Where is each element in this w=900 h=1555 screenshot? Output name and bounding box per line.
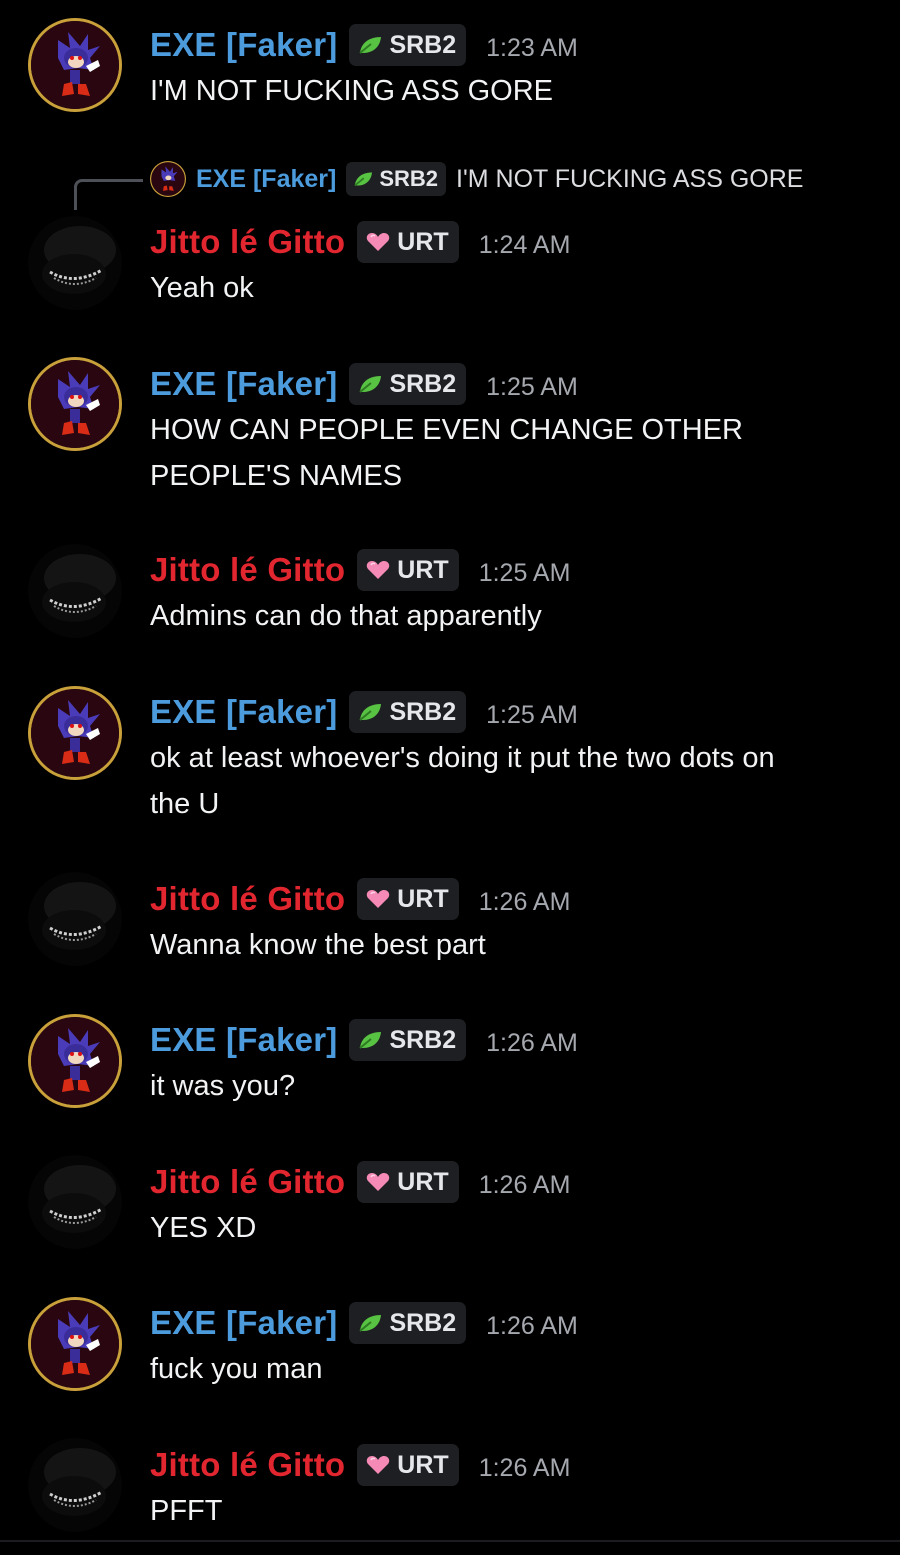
message-text: fuck you man bbox=[150, 1353, 323, 1385]
tag-label: URT bbox=[397, 884, 449, 913]
divider bbox=[0, 1540, 900, 1542]
tag-label: SRB2 bbox=[389, 1308, 457, 1337]
username[interactable]: EXE [Faker] bbox=[150, 693, 337, 731]
message-text: Wanna know the best part bbox=[150, 929, 486, 961]
timestamp: 1:26 AM bbox=[478, 887, 571, 916]
timestamp: 1:26 AM bbox=[478, 1170, 571, 1199]
reply-connector bbox=[74, 179, 143, 210]
timestamp: 1:26 AM bbox=[486, 1311, 578, 1340]
leaf-icon bbox=[359, 704, 382, 721]
avatar[interactable] bbox=[28, 357, 122, 451]
server-tag[interactable]: SRB2 bbox=[349, 24, 467, 66]
timestamp: 1:25 AM bbox=[486, 700, 578, 729]
tag-label: URT bbox=[397, 1450, 449, 1479]
server-tag[interactable]: SRB2 bbox=[349, 1302, 467, 1344]
heart-icon bbox=[367, 233, 390, 251]
sonic-exe-avatar-icon bbox=[31, 1017, 119, 1105]
server-tag[interactable]: SRB2 bbox=[349, 363, 467, 405]
reply-text[interactable]: I'M NOT FUCKING ASS GORE bbox=[456, 165, 803, 194]
server-tag[interactable]: URT bbox=[357, 878, 459, 920]
tag-label: SRB2 bbox=[389, 30, 457, 59]
tag-label: URT bbox=[397, 555, 449, 584]
timestamp: 1:25 AM bbox=[478, 558, 571, 587]
sonic-exe-avatar-icon bbox=[31, 689, 119, 777]
username[interactable]: Jitto lé Gitto bbox=[150, 551, 345, 589]
sonic-exe-avatar-icon bbox=[31, 360, 119, 448]
leaf-icon bbox=[359, 1032, 382, 1049]
tag-label: SRB2 bbox=[389, 1025, 457, 1054]
username[interactable]: EXE [Faker] bbox=[150, 26, 337, 64]
sonic-exe-avatar-icon bbox=[151, 162, 185, 196]
username[interactable]: EXE [Faker] bbox=[150, 365, 337, 403]
message-text: it was you? bbox=[150, 1070, 296, 1102]
message-text-line: HOW CAN PEOPLE EVEN CHANGE OTHER bbox=[150, 414, 743, 446]
server-tag[interactable]: SRB2 bbox=[349, 1019, 467, 1061]
message-text: HOW CAN PEOPLE EVEN CHANGE OTHER PEOPLE'… bbox=[150, 407, 870, 499]
avatar[interactable] bbox=[28, 18, 122, 112]
leaf-icon bbox=[359, 37, 382, 54]
timestamp: 1:23 AM bbox=[486, 33, 578, 62]
timestamp: 1:26 AM bbox=[478, 1453, 571, 1482]
reply-avatar bbox=[150, 161, 186, 197]
message-text: ok at least whoever's doing it put the t… bbox=[150, 735, 870, 827]
avatar[interactable] bbox=[28, 1014, 122, 1108]
sonic-exe-avatar-icon bbox=[31, 21, 119, 109]
server-tag[interactable]: URT bbox=[357, 1444, 459, 1486]
heart-icon bbox=[367, 1456, 390, 1474]
timestamp: 1:24 AM bbox=[478, 230, 571, 259]
username[interactable]: EXE [Faker] bbox=[150, 1021, 337, 1059]
avatar[interactable] bbox=[28, 1297, 122, 1391]
message-text: YES XD bbox=[150, 1212, 257, 1244]
tag-label: SRB2 bbox=[389, 697, 457, 726]
server-tag[interactable]: URT bbox=[357, 1161, 459, 1203]
reply-preview[interactable]: EXE [Faker] SRB2 I'M NOT FUCKING ASS GOR… bbox=[0, 159, 900, 210]
message-text: Yeah ok bbox=[150, 272, 254, 304]
tag-label: SRB2 bbox=[389, 369, 457, 398]
avatar[interactable] bbox=[28, 686, 122, 780]
dark-grin-avatar-icon bbox=[28, 1438, 122, 1532]
avatar[interactable] bbox=[28, 1155, 122, 1249]
timestamp: 1:25 AM bbox=[486, 372, 578, 401]
dark-grin-avatar-icon bbox=[28, 1155, 122, 1249]
heart-icon bbox=[367, 890, 390, 908]
dark-grin-avatar-icon bbox=[28, 544, 122, 638]
leaf-icon bbox=[359, 376, 382, 393]
reply-username[interactable]: EXE [Faker] bbox=[196, 165, 336, 194]
username[interactable]: Jitto lé Gitto bbox=[150, 1163, 345, 1201]
heart-icon bbox=[367, 561, 390, 579]
tag-label: URT bbox=[397, 1167, 449, 1196]
leaf-icon bbox=[359, 1315, 382, 1332]
message-text: I'M NOT FUCKING ASS GORE bbox=[150, 75, 553, 107]
message-text-line: ok at least whoever's doing it put the t… bbox=[150, 742, 775, 774]
dark-grin-avatar-icon bbox=[28, 872, 122, 966]
dark-grin-avatar-icon bbox=[28, 216, 122, 310]
message-text: Admins can do that apparently bbox=[150, 600, 542, 632]
message-text: PFFT bbox=[150, 1495, 223, 1527]
server-tag[interactable]: URT bbox=[357, 549, 459, 591]
sonic-exe-avatar-icon bbox=[31, 1300, 119, 1388]
server-tag[interactable]: URT bbox=[357, 221, 459, 263]
avatar[interactable] bbox=[28, 216, 122, 310]
username[interactable]: EXE [Faker] bbox=[150, 1304, 337, 1342]
username[interactable]: Jitto lé Gitto bbox=[150, 1446, 345, 1484]
message-text-line: PEOPLE'S NAMES bbox=[150, 460, 403, 492]
avatar[interactable] bbox=[28, 544, 122, 638]
timestamp: 1:26 AM bbox=[486, 1028, 578, 1057]
tag-label: URT bbox=[397, 227, 449, 256]
avatar[interactable] bbox=[28, 872, 122, 966]
username[interactable]: Jitto lé Gitto bbox=[150, 223, 345, 261]
server-tag[interactable]: SRB2 bbox=[349, 691, 467, 733]
leaf-icon bbox=[354, 172, 373, 187]
heart-icon bbox=[367, 1173, 390, 1191]
reply-server-tag: SRB2 bbox=[346, 162, 447, 196]
tag-label: SRB2 bbox=[379, 166, 439, 191]
username[interactable]: Jitto lé Gitto bbox=[150, 880, 345, 918]
message-text-line: the U bbox=[150, 788, 220, 820]
avatar[interactable] bbox=[28, 1438, 122, 1532]
